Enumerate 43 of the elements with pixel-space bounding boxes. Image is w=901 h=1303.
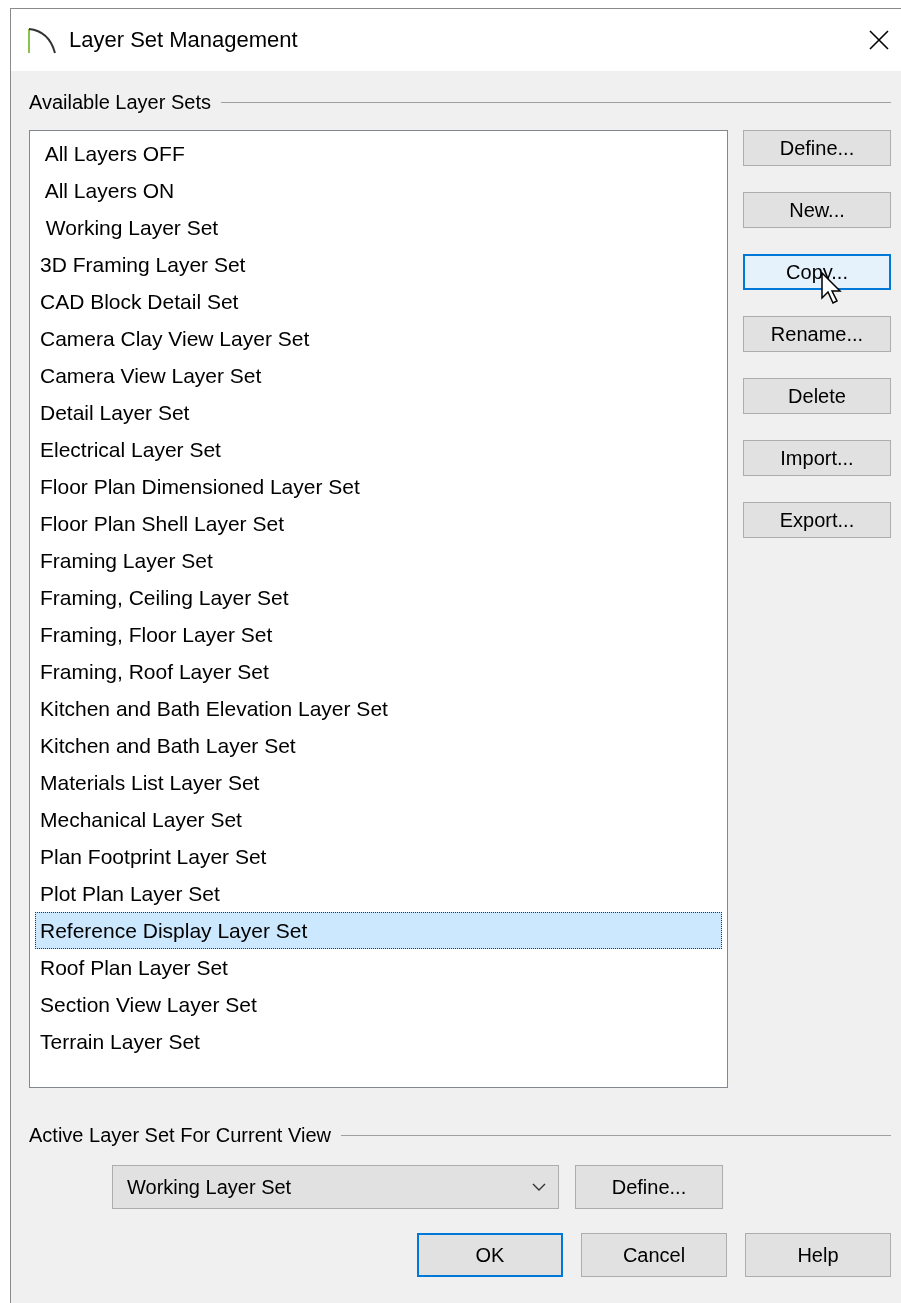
list-item[interactable]: All Layers OFF xyxy=(35,135,722,172)
close-icon[interactable] xyxy=(869,30,889,50)
action-button[interactable]: Define... xyxy=(743,130,891,166)
list-item[interactable]: Plan Footprint Layer Set xyxy=(35,838,722,875)
dialog-button[interactable]: Cancel xyxy=(581,1233,727,1277)
list-item[interactable]: Framing Layer Set xyxy=(35,542,722,579)
action-button[interactable]: Export... xyxy=(743,502,891,538)
list-item[interactable]: Framing, Roof Layer Set xyxy=(35,653,722,690)
list-item[interactable]: Section View Layer Set xyxy=(35,986,722,1023)
list-item[interactable]: Electrical Layer Set xyxy=(35,431,722,468)
list-item[interactable]: Kitchen and Bath Elevation Layer Set xyxy=(35,690,722,727)
dialog-button[interactable]: Help xyxy=(745,1233,891,1277)
list-item[interactable]: Roof Plan Layer Set xyxy=(35,949,722,986)
list-item[interactable]: Terrain Layer Set xyxy=(35,1023,722,1060)
list-item[interactable]: Mechanical Layer Set xyxy=(35,801,722,838)
list-item[interactable]: Floor Plan Dimensioned Layer Set xyxy=(35,468,722,505)
list-item[interactable]: Plot Plan Layer Set xyxy=(35,875,722,912)
define-button[interactable]: Define... xyxy=(575,1165,723,1209)
action-button[interactable]: Copy... xyxy=(743,254,891,290)
list-item[interactable]: Detail Layer Set xyxy=(35,394,722,431)
list-item[interactable]: Kitchen and Bath Layer Set xyxy=(35,727,722,764)
action-button[interactable]: Rename... xyxy=(743,316,891,352)
list-item[interactable]: Floor Plan Shell Layer Set xyxy=(35,505,722,542)
list-item[interactable]: Camera View Layer Set xyxy=(35,357,722,394)
chevron-down-icon xyxy=(532,1183,546,1191)
list-item[interactable]: CAD Block Detail Set xyxy=(35,283,722,320)
action-button[interactable]: New... xyxy=(743,192,891,228)
window-title: Layer Set Management xyxy=(69,27,299,53)
list-item[interactable]: Working Layer Set xyxy=(35,209,722,246)
list-item[interactable]: Framing, Ceiling Layer Set xyxy=(35,579,722,616)
group-label: Active Layer Set For Current View xyxy=(29,1124,331,1147)
list-item[interactable]: 3D Framing Layer Set xyxy=(35,246,722,283)
layer-set-dropdown[interactable]: Working Layer Set xyxy=(112,1165,559,1209)
action-button[interactable]: Delete xyxy=(743,378,891,414)
list-item[interactable]: Materials List Layer Set xyxy=(35,764,722,801)
dialog-button[interactable]: OK xyxy=(417,1233,563,1277)
list-item[interactable]: Camera Clay View Layer Set xyxy=(35,320,722,357)
arch-icon xyxy=(27,25,57,55)
list-item[interactable]: Reference Display Layer Set xyxy=(35,912,722,949)
list-item[interactable]: All Layers ON xyxy=(35,172,722,209)
group-label: Available Layer Sets xyxy=(29,91,211,114)
action-button[interactable]: Import... xyxy=(743,440,891,476)
list-item[interactable]: Framing, Floor Layer Set xyxy=(35,616,722,653)
